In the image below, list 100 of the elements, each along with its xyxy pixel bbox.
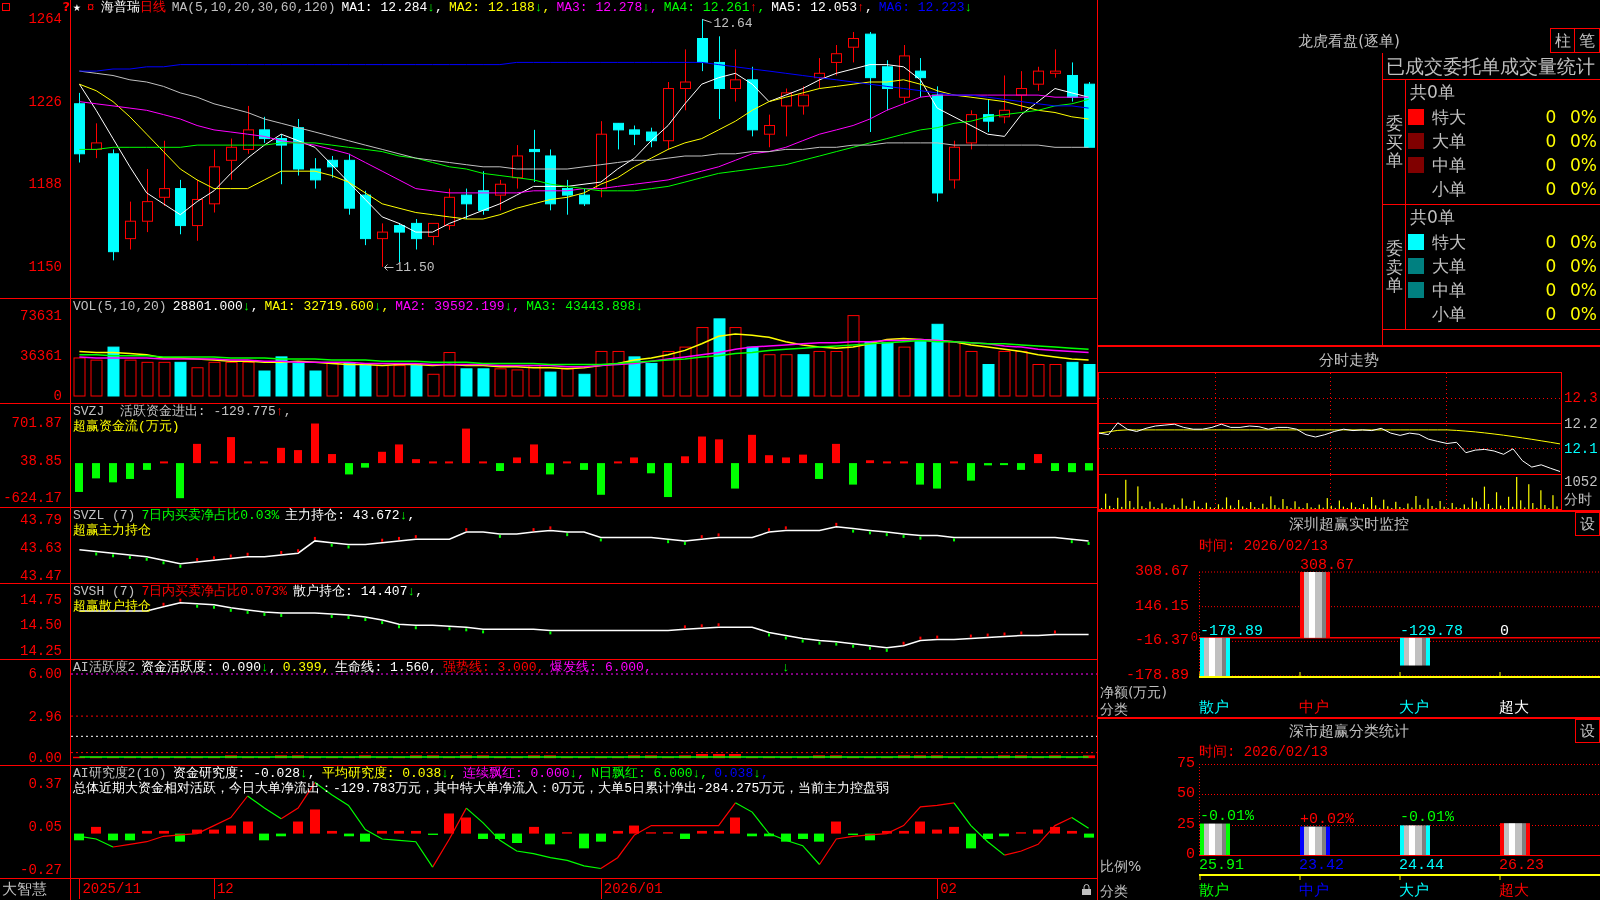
date-label: 2026/01 — [600, 879, 663, 899]
order-count: 0 — [1544, 279, 1558, 302]
category-label: 中户 — [1299, 880, 1329, 900]
order-count: 0 — [1544, 178, 1558, 201]
order-size-label: 大单 — [1432, 255, 1467, 278]
category-label: 大户 — [1399, 880, 1429, 900]
change-label: -0.01% — [1200, 807, 1254, 825]
axis-label: -624.17 — [3, 490, 62, 507]
indicator-value: 0.038↓, — [714, 767, 769, 781]
axis-label: 1052 — [1564, 474, 1598, 491]
price-label: 12.64 — [713, 15, 753, 31]
side-label: 委买单 — [1385, 113, 1403, 171]
indicator-subtitle: 超赢资金流(万元) — [73, 419, 180, 434]
value-label: 26.23 — [1499, 858, 1544, 874]
category-label: 散户 — [1199, 880, 1229, 900]
order-share: 0% — [1570, 303, 1598, 326]
axis-label: 1150 — [28, 258, 62, 275]
indicator-value: 28801.000↓, — [172, 300, 259, 314]
order-size-label: 小单 — [1432, 178, 1467, 201]
axis-label: -16.37 — [1135, 633, 1189, 650]
stock-name: 海普瑞 — [100, 1, 140, 15]
table-title: 已成交委托单成交量统计 — [1383, 53, 1600, 80]
indicator-value: SVZL (7) — [73, 509, 136, 523]
status-mark: ¤ — [86, 1, 95, 15]
section-title: 分时走势 — [1319, 349, 1379, 370]
axis-title: 净额(万元) — [1100, 684, 1167, 700]
axis-label: 0.05 — [28, 818, 62, 835]
order-share: 0% — [1570, 130, 1598, 153]
reference-label: 0 — [1190, 631, 1198, 645]
time-label: 时间: 2026/02/13 — [1199, 538, 1328, 554]
indicator-value: MA2: 39592.199↓, — [395, 300, 521, 314]
axis-label: 36361 — [20, 348, 62, 365]
axis-title: 分类 — [1099, 882, 1128, 900]
signal-arrow: ↓ — [781, 660, 790, 675]
indicator-value: 主力持仓: 43.672↓, — [285, 509, 416, 523]
indicator-value: MA1: 12.284↓, — [341, 1, 443, 15]
axis-label: 0.37 — [28, 775, 62, 792]
order-count: 0 — [1544, 130, 1558, 153]
axis-label: 1264 — [28, 10, 62, 27]
indicator-value: AI研究度2(10) — [73, 767, 167, 781]
axis-label: 14.75 — [20, 591, 62, 608]
order-count: 0 — [1544, 255, 1558, 278]
axis-title: 比例% — [1099, 858, 1142, 874]
axis-label: 14.50 — [20, 617, 62, 634]
indicator-value: MA6: 12.223↓ — [878, 1, 973, 15]
value-label: 23.42 — [1299, 858, 1344, 874]
axis-label: 2.96 — [28, 708, 62, 725]
value-label: -178.89 — [1200, 622, 1263, 640]
indicator-value: AI活跃度2 — [73, 661, 136, 675]
indicator-value: MA(5,10,20,30,60,120) — [171, 1, 336, 15]
axis-label: 146.15 — [1135, 598, 1189, 615]
order-share: 0% — [1570, 178, 1598, 201]
change-label: +0.02% — [1300, 810, 1354, 828]
indicator-value: 0.399, — [282, 661, 330, 675]
indicator-value: SVSH (7) — [73, 585, 136, 599]
indicator-value: SVZJ 活跃资金进出: -129.775↑, — [73, 405, 292, 419]
order-size-label: 特大 — [1432, 106, 1467, 129]
category-label: 中户 — [1299, 697, 1329, 717]
indicator-value: VOL(5,10,20) — [73, 300, 167, 314]
indicator-value: 生命线: 1.560, — [335, 661, 437, 675]
indicator-value: 爆发线: 6.000, — [550, 661, 652, 675]
axis-label: 75 — [1177, 756, 1195, 772]
indicator-value: 资金活跃度: 0.090↓, — [141, 661, 277, 675]
indicator-value: MA1: 32719.600↓, — [264, 300, 390, 314]
indicator-value: 平均研究度: 0.038↓, — [321, 767, 457, 781]
order-size-label: 特大 — [1432, 231, 1467, 254]
brand-label: 大智慧 — [2, 880, 47, 899]
section-title: 深市超赢分类统计 — [1289, 721, 1409, 741]
order-count: 0 — [1544, 106, 1558, 129]
axis-label: -0.27 — [20, 861, 62, 878]
value-label: 25.91 — [1199, 858, 1244, 874]
time-label: 时间: 2026/02/13 — [1199, 744, 1328, 760]
axis-label: 分时 — [1564, 491, 1592, 508]
indicator-value: MA3: 43443.898↓ — [526, 300, 644, 314]
category-label: 散户 — [1199, 697, 1229, 717]
axis-label: 6.00 — [28, 666, 62, 682]
axis-title: 分类 — [1100, 701, 1128, 717]
axis-label: 0 — [53, 388, 62, 404]
indicator-value: N日飘红: 6.000↓, — [591, 767, 709, 781]
category-label: 大户 — [1399, 697, 1429, 717]
order-count: 0 — [1544, 231, 1558, 254]
axis-label: 38.85 — [20, 452, 62, 469]
value-label: 24.44 — [1399, 858, 1444, 874]
section-title: 深圳超赢实时监控 — [1289, 514, 1409, 534]
axis-label: 50 — [1177, 786, 1195, 803]
axis-label: 43.79 — [20, 511, 62, 528]
order-share: 0% — [1570, 279, 1598, 302]
date-label: 12 — [213, 879, 234, 899]
order-size-label: 小单 — [1432, 303, 1467, 326]
price-label: 11.50 — [395, 259, 435, 275]
axis-label: 12.3 — [1564, 390, 1598, 407]
category-label: 超大 — [1499, 697, 1529, 717]
order-share: 0% — [1570, 154, 1598, 177]
order-total: 共0单 — [1410, 82, 1455, 102]
panel-title: 龙虎看盘(逐单) — [1298, 31, 1400, 52]
date-label: 02 — [937, 879, 957, 899]
change-label: -0.01% — [1400, 809, 1454, 827]
indicator-value: 强势线: 3.000, — [442, 661, 545, 675]
axis-label: 43.47 — [20, 568, 62, 585]
axis-label: 0.00 — [28, 750, 62, 767]
